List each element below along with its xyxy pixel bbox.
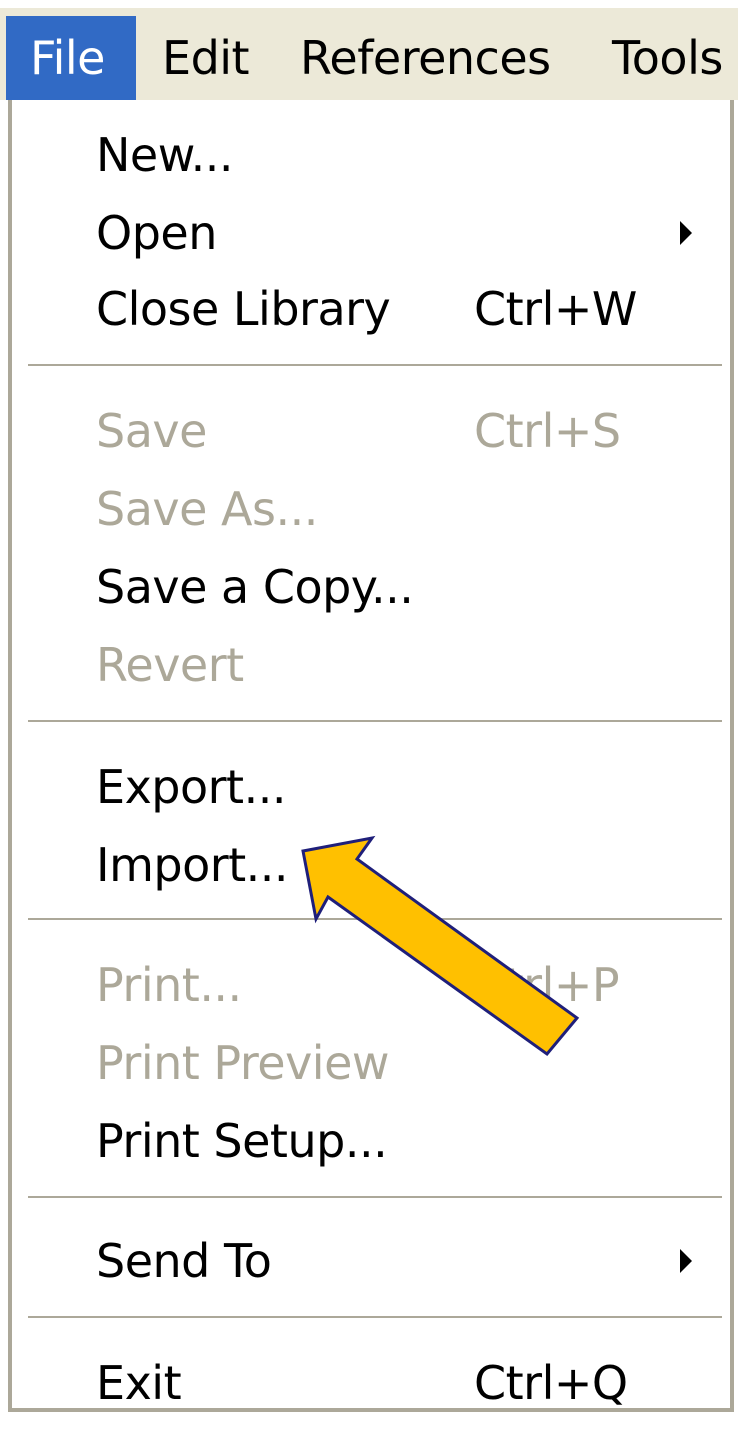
callout-arrow-icon <box>301 835 580 1057</box>
